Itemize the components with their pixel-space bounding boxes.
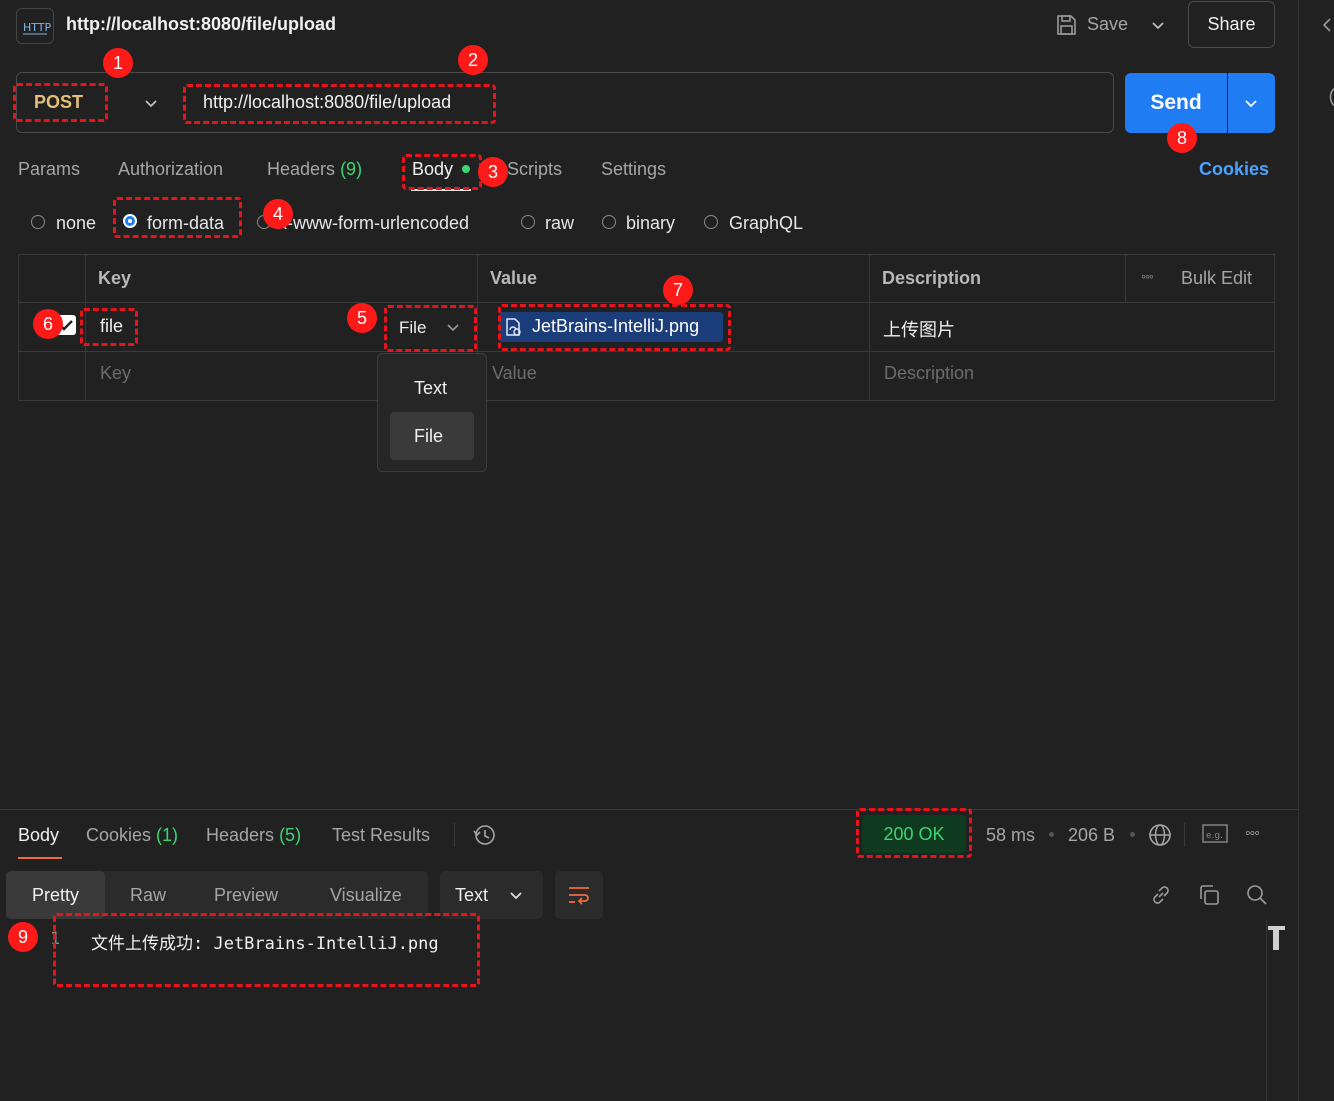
format-select[interactable]: Text [440,871,543,919]
response-tab-headers[interactable]: Headers (5) [206,825,301,846]
right-panel-divider [1298,0,1299,1101]
column-value: Value [490,268,538,288]
format-label: Text [455,885,489,905]
response-tab-cookies[interactable]: Cookies (1) [86,825,178,846]
annotation-marker-7: 7 [663,275,693,305]
svg-text:HTTP: HTTP [23,21,52,34]
response-divider [0,809,1298,810]
send-label: Send [1150,91,1202,114]
tab-params[interactable]: Params [18,159,80,180]
share-button[interactable]: Share [1188,1,1275,48]
type-option-file-label: File [414,426,444,446]
radio-none-label: none [56,213,97,233]
svg-text:e.g.: e.g. [1206,831,1223,841]
annotation-box-type [384,305,477,352]
view-mode-visualize[interactable]: Visualize [330,885,402,906]
response-tab-test-results[interactable]: Test Results [332,825,430,846]
search-icon[interactable] [1245,883,1269,907]
annotation-marker-6: 6 [33,309,63,339]
collapse-panel-icon[interactable] [1320,16,1334,34]
tab-authorization[interactable]: Authorization [118,159,223,180]
send-options-button[interactable] [1228,73,1275,133]
link-icon[interactable] [1149,883,1173,907]
annotation-box-form-data [113,197,242,238]
tab-headers[interactable]: Headers (9) [267,159,362,180]
share-label: Share [1207,14,1256,34]
annotation-box-file [498,304,731,351]
view-mode-pretty[interactable]: Pretty [6,871,105,919]
annotation-box-status [856,808,972,858]
annotation-marker-8: 8 [1167,123,1197,153]
globe-icon[interactable] [1147,822,1173,848]
side-panel-icon[interactable] [1326,86,1334,108]
annotation-box-url [183,84,496,124]
chevron-down-icon[interactable] [1150,17,1166,33]
save-icon[interactable] [1054,13,1078,37]
history-icon[interactable] [472,822,498,848]
scrollbar-thumb[interactable] [1268,926,1285,950]
save-example-icon[interactable]: e.g. [1202,823,1228,845]
radio-graphql[interactable] [704,215,718,229]
copy-icon[interactable] [1197,883,1221,907]
annotation-marker-4: 4 [263,199,293,229]
tab-scripts[interactable]: Scripts [507,159,562,180]
radio-none[interactable] [31,215,45,229]
annotation-marker-5: 5 [347,303,377,333]
headers-count: (9) [340,159,363,179]
cookies-link[interactable]: Cookies [1199,159,1269,180]
save-button[interactable]: Save [1087,14,1128,35]
annotation-box-response [53,913,480,987]
more-options-icon[interactable]: ◦◦◦ [1141,268,1154,284]
row-description[interactable]: 上传图片 [883,316,955,342]
bulk-edit-button[interactable]: Bulk Edit [1181,268,1252,289]
annotation-box-key [80,308,138,346]
view-mode-preview[interactable]: Preview [214,885,278,906]
radio-raw-label: raw [545,213,575,233]
cookies-count: (1) [156,825,179,845]
new-description-input[interactable]: Description [884,363,974,384]
radio-binary[interactable] [602,215,616,229]
radio-binary-label: binary [626,213,676,233]
radio-raw[interactable] [521,215,535,229]
response-time: 58 ms [986,825,1036,845]
column-description: Description [882,268,982,288]
url-bar [16,72,1114,133]
response-more-icon[interactable]: ◦◦◦ [1245,825,1260,843]
request-title: http://localhost:8080/file/upload [66,14,337,34]
new-key-input[interactable]: Key [100,363,131,384]
type-option-file[interactable]: File [390,412,474,460]
method-chevron-icon[interactable] [143,95,159,111]
type-option-text[interactable]: Text [414,378,447,399]
annotation-box-body-tab [402,154,482,190]
response-size: 206 B [1068,825,1116,845]
scrollbar-track [1266,920,1267,1101]
view-mode-raw[interactable]: Raw [130,885,166,906]
annotation-marker-1: 1 [103,48,133,78]
radio-urlencoded-label: x-www-form-urlencoded [278,213,470,233]
new-value-input[interactable]: Value [492,363,537,384]
radio-graphql-label: GraphQL [729,213,804,233]
annotation-marker-2: 2 [458,45,488,75]
tab-settings[interactable]: Settings [601,159,666,180]
response-tab-body[interactable]: Body [18,825,59,846]
http-icon: HTTP [16,8,54,44]
wrap-lines-button[interactable] [555,871,603,919]
annotation-box-method [13,83,108,122]
annotation-marker-3: 3 [478,157,508,187]
response-headers-count: (5) [279,825,302,845]
annotation-marker-9: 9 [8,922,38,952]
column-key: Key [98,268,132,288]
response-tab-body-underline [18,857,62,859]
